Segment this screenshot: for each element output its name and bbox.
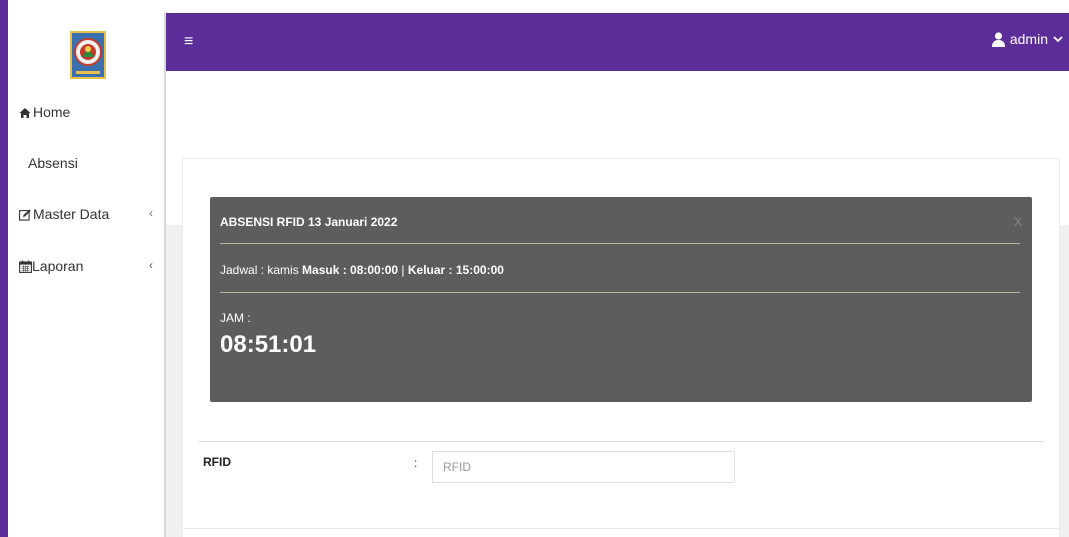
sidebar-item-laporan[interactable]: Laporan ‹ [8, 258, 166, 288]
chevron-left-icon: ‹ [149, 258, 153, 272]
rfid-colon: : [414, 456, 418, 470]
home-icon [19, 104, 31, 122]
user-icon [991, 31, 1005, 47]
divider [220, 292, 1020, 293]
sidebar: Home Absensi Master Data ‹ Laporan ‹ [8, 13, 166, 537]
clock-label: JAM : [220, 311, 251, 325]
sidebar-item-master-data[interactable]: Master Data ‹ [8, 206, 166, 236]
frame-left-border [0, 0, 8, 537]
close-button[interactable]: X [1014, 215, 1022, 229]
edit-icon [19, 206, 31, 224]
schedule-text: Jadwal : kamis Masuk : 08:00:00 | Keluar… [220, 263, 504, 277]
card-bottom-border [182, 528, 1060, 529]
user-name: admin [1009, 31, 1048, 47]
calendar-icon [19, 258, 32, 276]
sidebar-item-label: Absensi [28, 155, 78, 171]
sidebar-item-label: Home [33, 104, 71, 120]
clock-display: 08:51:01 [220, 331, 317, 358]
form-divider [198, 441, 1044, 442]
schedule-day: Jadwal : kamis [220, 263, 303, 277]
institution-emblem-icon[interactable] [70, 31, 106, 79]
panel-title: ABSENSI RFID 13 Januari 2022 [220, 215, 398, 229]
top-navbar: ≡ admin [166, 13, 1069, 71]
schedule-keluar: Keluar : 15:00:00 [407, 263, 504, 277]
chevron-down-icon [1053, 36, 1063, 43]
sidebar-item-absensi[interactable]: Absensi [8, 155, 166, 185]
menu-toggle-icon[interactable]: ≡ [184, 33, 193, 51]
rfid-attendance-panel: ABSENSI RFID 13 Januari 2022 X Jadwal : … [210, 197, 1032, 402]
sidebar-item-home[interactable]: Home [8, 104, 166, 134]
rfid-input[interactable] [432, 451, 735, 483]
chevron-left-icon: ‹ [149, 206, 153, 220]
frame-top [0, 0, 1069, 13]
schedule-masuk: Masuk : 08:00:00 [302, 263, 399, 277]
rfid-label: RFID [203, 455, 231, 469]
user-menu-dropdown[interactable]: admin [991, 31, 1063, 47]
schedule-separator: | [398, 263, 408, 277]
sidebar-item-label: Laporan [32, 258, 84, 274]
sidebar-item-label: Master Data [33, 206, 110, 222]
divider [220, 243, 1020, 244]
